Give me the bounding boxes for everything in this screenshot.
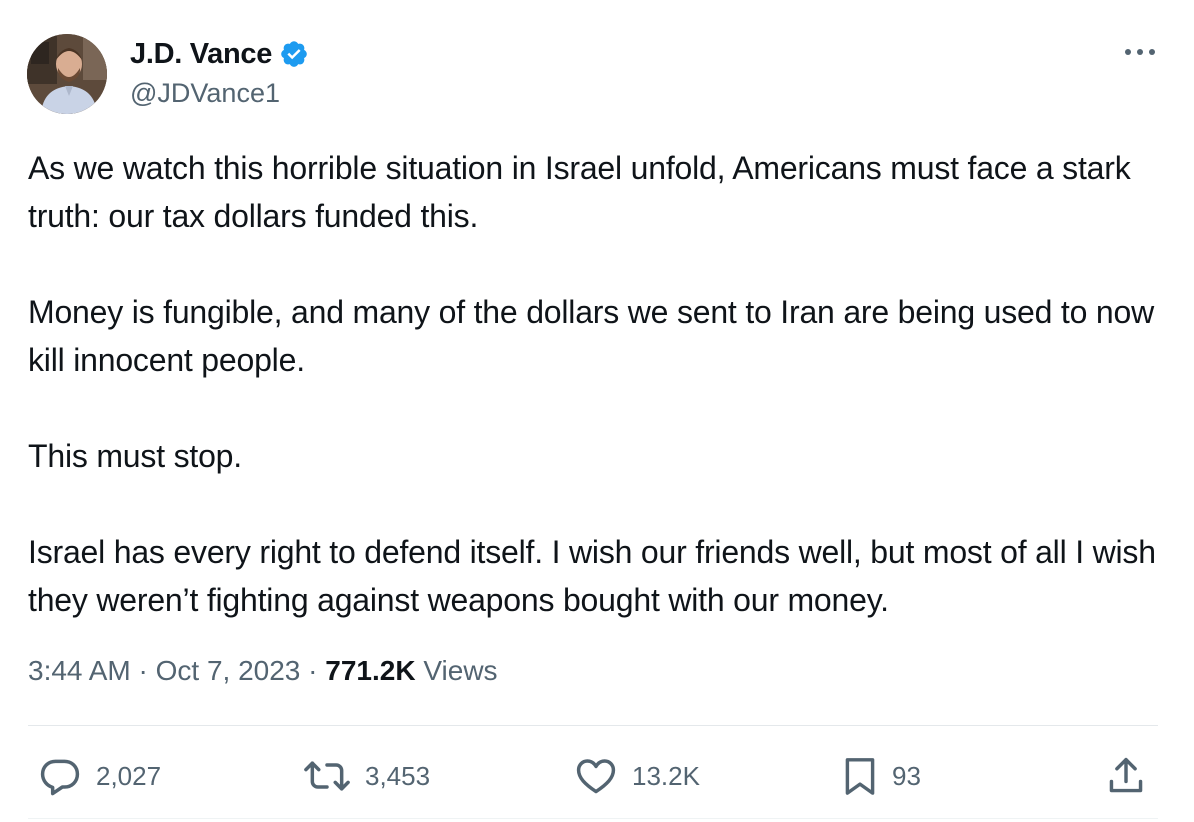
more-horizontal-icon[interactable] <box>1118 40 1162 64</box>
views-count[interactable]: 771.2K <box>325 655 415 686</box>
author-name-row: J.D. Vance <box>130 36 309 72</box>
bookmark-count: 93 <box>892 760 921 791</box>
divider <box>28 725 1158 726</box>
divider <box>28 818 1158 819</box>
reply-count: 2,027 <box>96 760 162 791</box>
share-icon <box>1106 754 1146 798</box>
separator-dot: · <box>138 655 148 686</box>
like-count: 13.2K <box>632 760 700 791</box>
tweet-text: As we watch this horrible situation in I… <box>28 144 1178 624</box>
like-button[interactable]: 13.2K <box>574 748 700 804</box>
repost-button[interactable]: 3,453 <box>303 748 430 804</box>
tweet-paragraph: This must stop. <box>28 438 242 474</box>
verified-badge-icon[interactable] <box>279 39 309 69</box>
heart-icon <box>574 754 618 798</box>
reply-icon <box>38 754 82 798</box>
tweet-metadata: 3:44 AM · Oct 7, 2023 · 771.2K Views <box>28 655 498 687</box>
tweet-paragraph: Money is fungible, and many of the dolla… <box>28 294 1155 378</box>
repost-icon <box>303 754 351 798</box>
reply-button[interactable]: 2,027 <box>38 748 161 804</box>
author-display-name[interactable]: J.D. Vance <box>130 38 272 71</box>
tweet-paragraph: Israel has every right to defend itself.… <box>28 534 1156 618</box>
avatar[interactable] <box>27 34 107 114</box>
share-button[interactable] <box>1106 748 1146 804</box>
action-bar: 2,027 3,453 13.2K 93 <box>0 748 1194 804</box>
tweet-date[interactable]: Oct 7, 2023 <box>156 655 301 686</box>
bookmark-icon <box>842 754 878 798</box>
separator-dot: · <box>308 655 318 686</box>
bookmark-button[interactable]: 93 <box>842 748 921 804</box>
tweet-card: J.D. Vance @JDVance1 As we watch this ho… <box>0 0 1194 822</box>
tweet-paragraph: As we watch this horrible situation in I… <box>28 150 1131 234</box>
author-handle[interactable]: @JDVance1 <box>130 78 280 109</box>
tweet-time[interactable]: 3:44 AM <box>28 655 131 686</box>
avatar-photo <box>27 34 107 114</box>
views-label[interactable]: Views <box>423 655 497 686</box>
repost-count: 3,453 <box>365 760 431 791</box>
